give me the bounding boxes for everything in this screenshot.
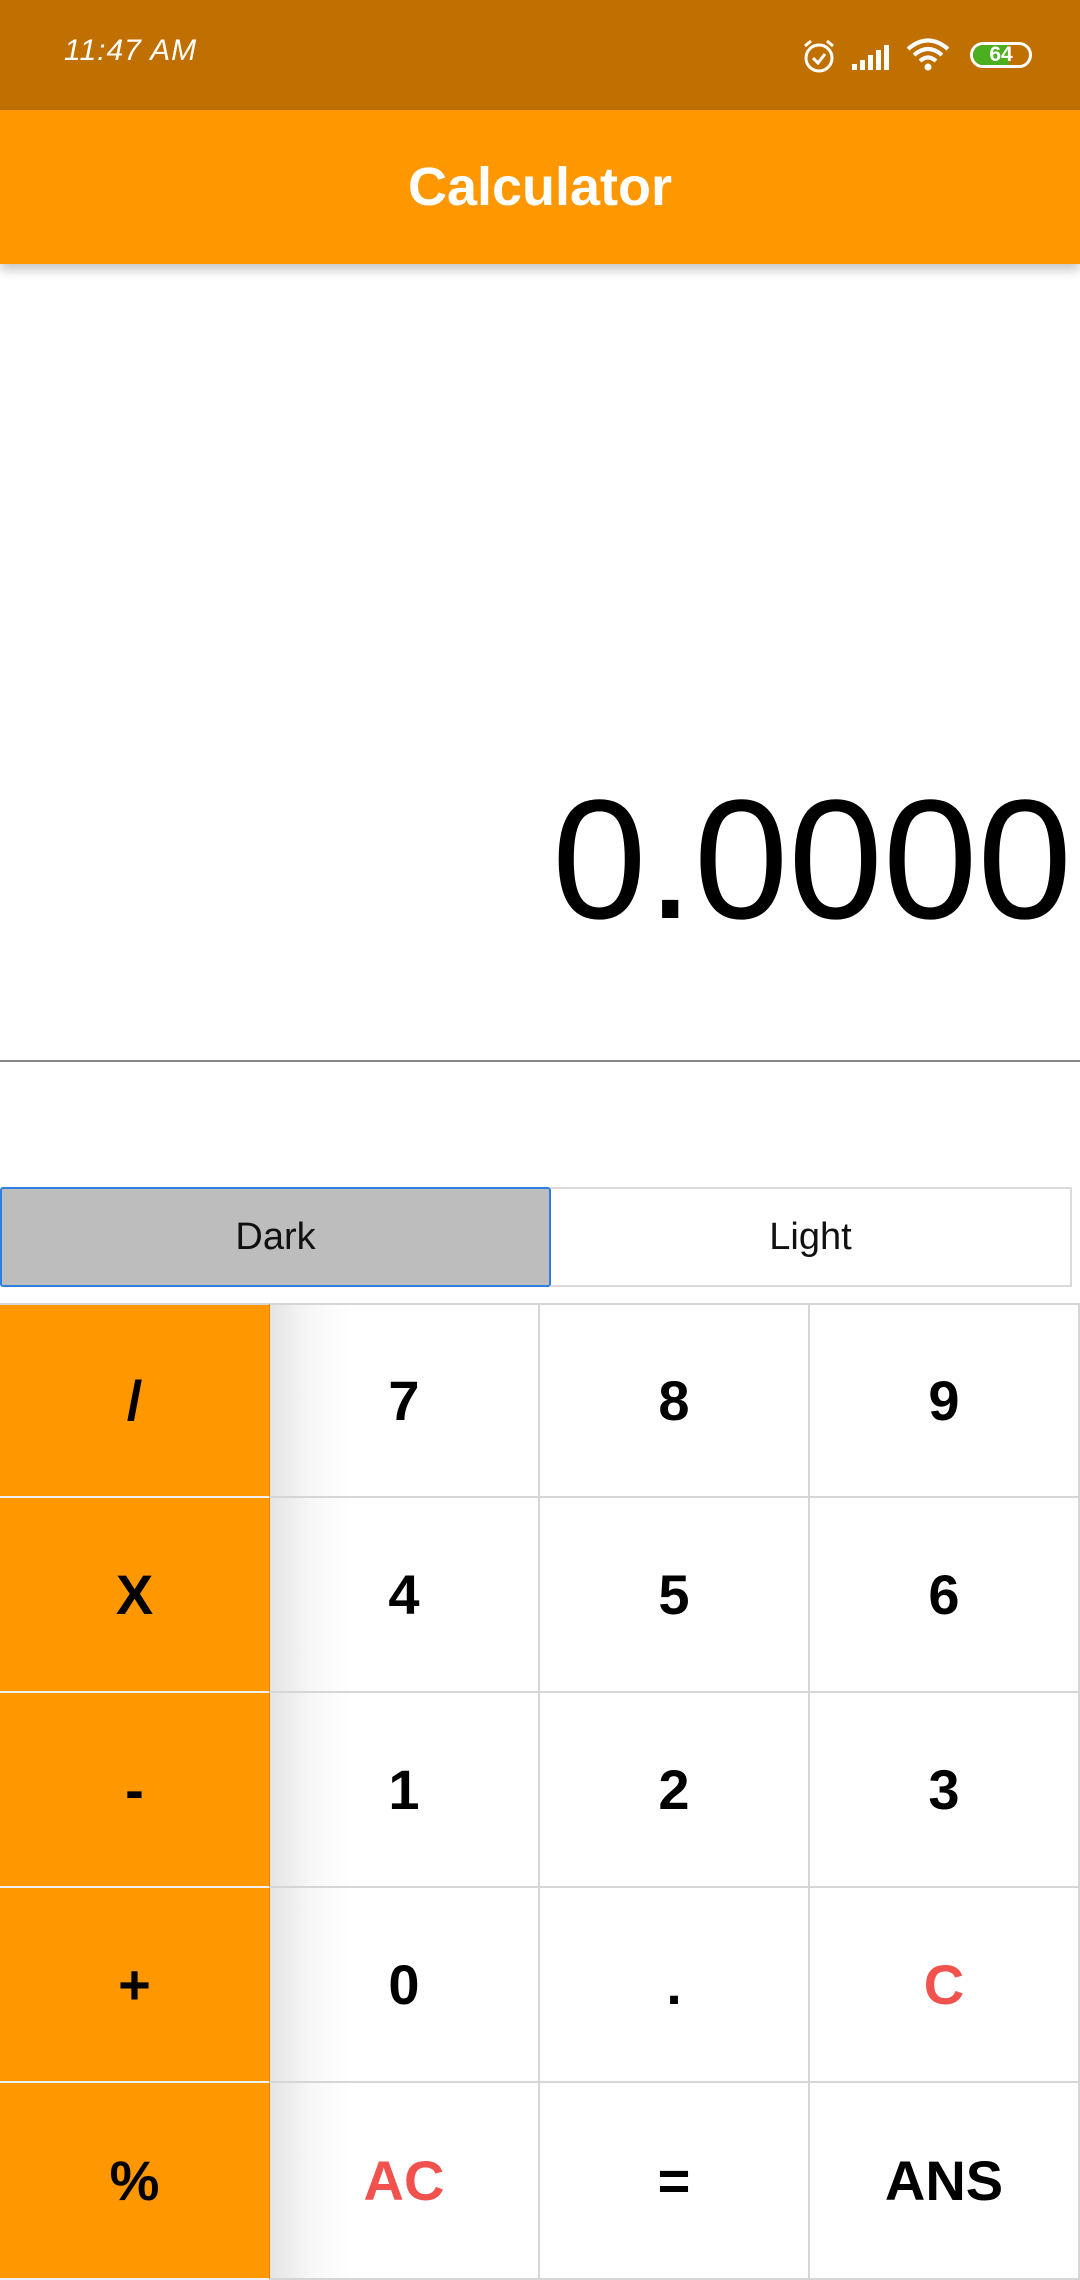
status-icons: 64 xyxy=(802,38,1032,78)
theme-light-button[interactable]: Light xyxy=(551,1187,1072,1287)
wifi-icon xyxy=(906,38,950,71)
keypad: / 7 8 9 X 4 5 6 - 1 2 3 + 0 . C % AC = A… xyxy=(0,1303,1080,2280)
key-0[interactable]: 0 xyxy=(270,1888,540,2083)
key-2[interactable]: 2 xyxy=(540,1693,810,1888)
key-8[interactable]: 8 xyxy=(540,1303,810,1498)
theme-dark-button[interactable]: Dark xyxy=(0,1187,551,1287)
battery-percent: 64 xyxy=(989,43,1013,66)
alarm-icon xyxy=(804,39,834,73)
key-7[interactable]: 7 xyxy=(270,1303,540,1498)
key-1[interactable]: 1 xyxy=(270,1693,540,1888)
signal-icon xyxy=(852,45,889,70)
app-bar: Calculator xyxy=(0,110,1080,264)
display-value: 0.0000 xyxy=(552,765,1072,955)
key-3[interactable]: 3 xyxy=(810,1693,1080,1888)
status-bar: 11:47 AM 64 xyxy=(0,0,1080,110)
key-9[interactable]: 9 xyxy=(810,1303,1080,1498)
theme-toggle: Dark Light xyxy=(0,1187,1072,1287)
key-equals[interactable]: = xyxy=(540,2083,810,2280)
key-subtract[interactable]: - xyxy=(0,1693,270,1888)
key-decimal[interactable]: . xyxy=(540,1888,810,2083)
key-multiply[interactable]: X xyxy=(0,1498,270,1693)
key-percent[interactable]: % xyxy=(0,2083,270,2280)
key-4[interactable]: 4 xyxy=(270,1498,540,1693)
key-5[interactable]: 5 xyxy=(540,1498,810,1693)
key-6[interactable]: 6 xyxy=(810,1498,1080,1693)
key-all-clear[interactable]: AC xyxy=(270,2083,540,2280)
key-clear[interactable]: C xyxy=(810,1888,1080,2083)
key-answer[interactable]: ANS xyxy=(810,2083,1080,2280)
display-divider xyxy=(0,1060,1080,1062)
status-time: 11:47 AM xyxy=(64,34,198,67)
key-divide[interactable]: / xyxy=(0,1303,270,1498)
app-title: Calculator xyxy=(407,157,673,217)
battery-icon: 64 xyxy=(970,42,1032,68)
key-add[interactable]: + xyxy=(0,1888,270,2083)
